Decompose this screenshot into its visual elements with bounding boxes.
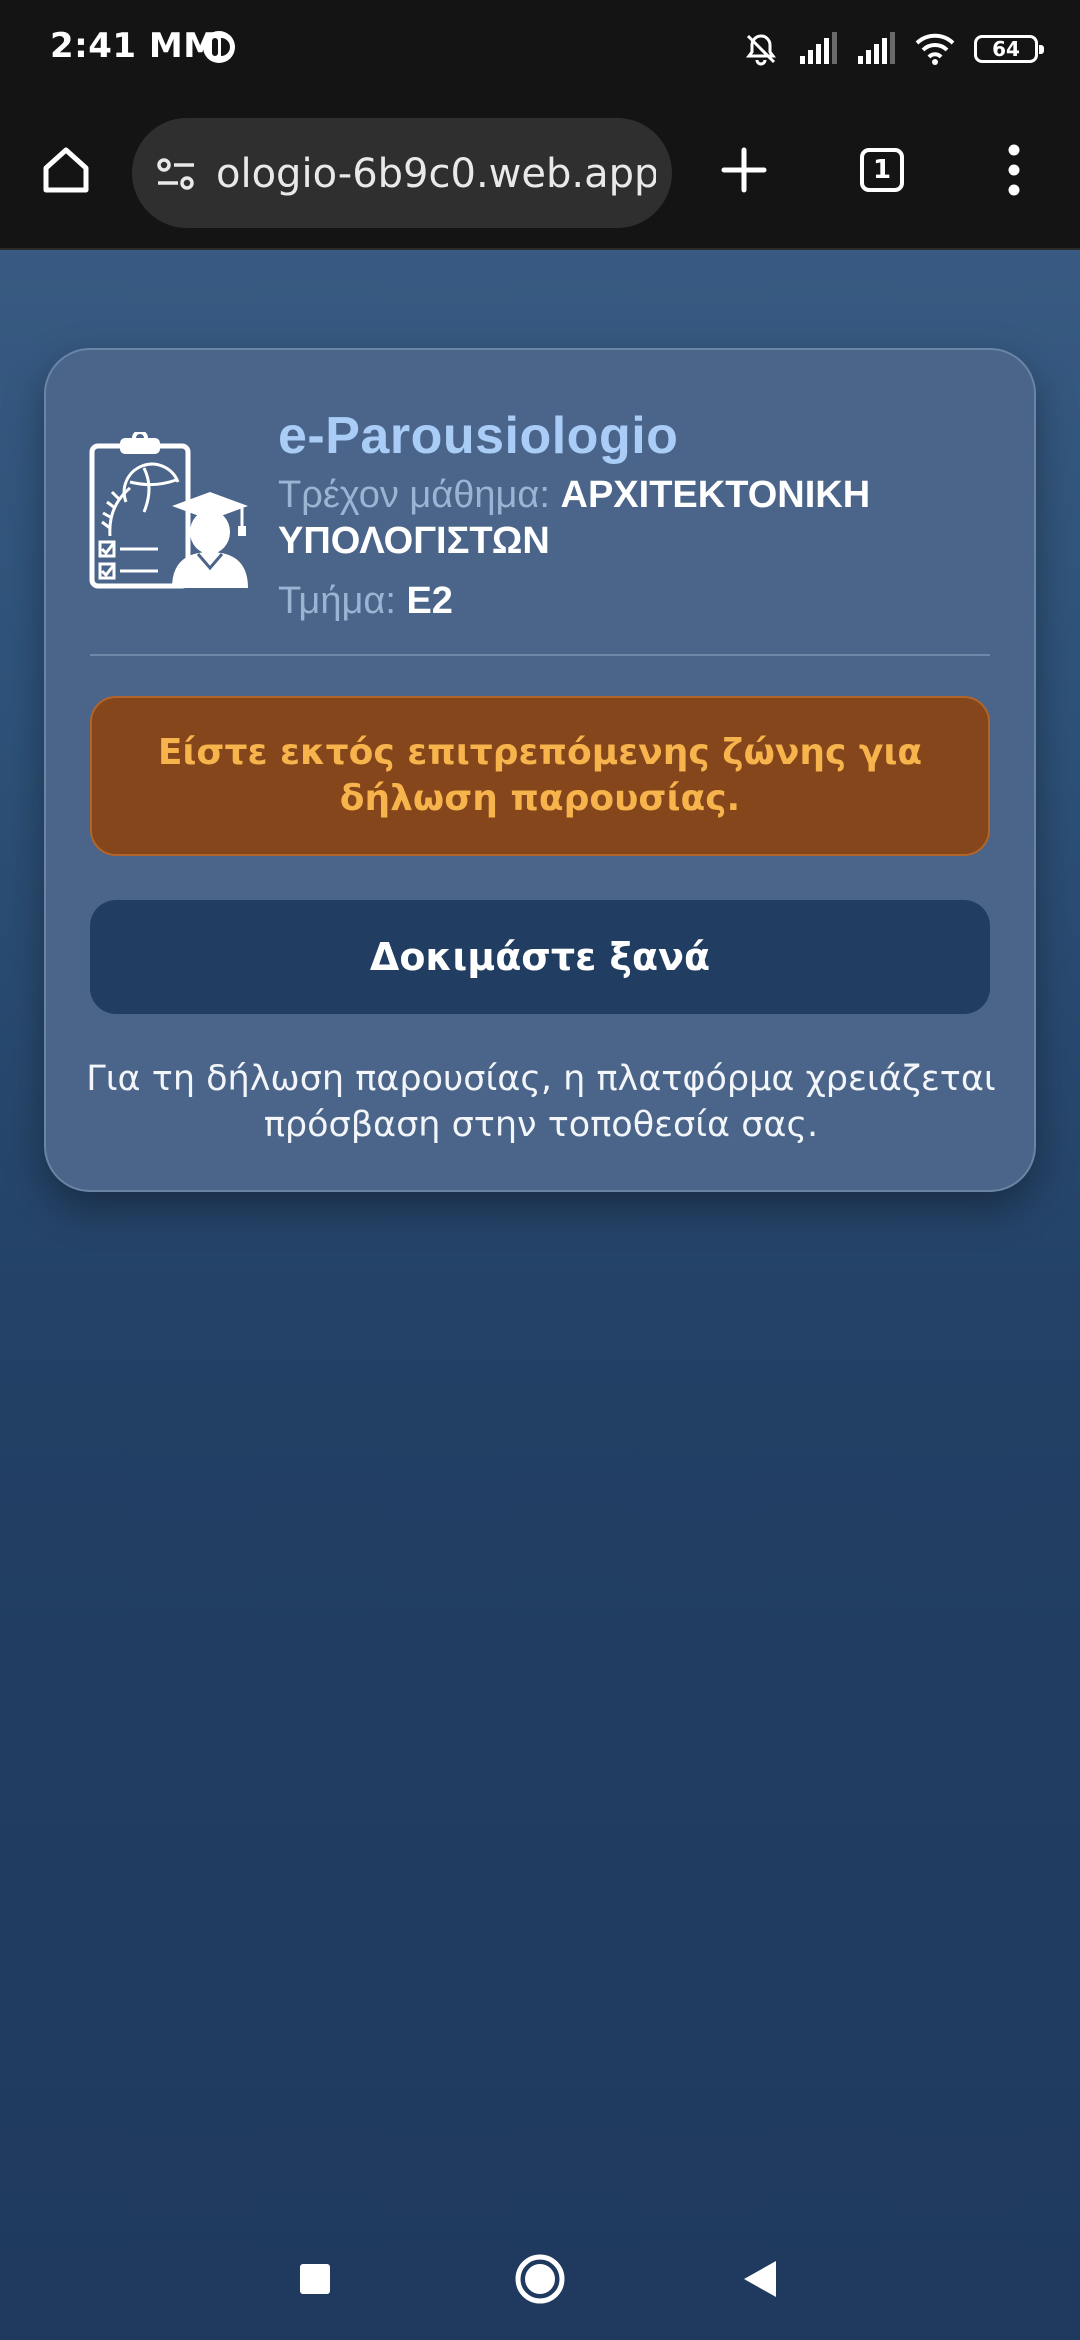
signal-icon <box>800 32 837 64</box>
app-title: e-Parousiologio <box>278 407 679 465</box>
divider <box>90 654 990 656</box>
location-hint: Για τη δήλωση παρουσίας, η πλατφόρμα χρε… <box>86 1059 996 1145</box>
signal-icon <box>858 32 895 64</box>
system-navigation-bar <box>0 2220 1080 2340</box>
section-value: Ε2 <box>406 580 453 622</box>
status-bar: 2:41 MM 64 <box>0 0 1080 96</box>
tab-switcher-icon: 1 <box>860 148 904 192</box>
app-notification-icon <box>203 31 235 63</box>
course-label: Τρέχον μάθημα: <box>278 474 550 516</box>
course-value-line-2: ΥΠΟΛΟΓΙΣΤΩΝ <box>278 520 550 562</box>
attendance-clipboard-graduate-icon <box>89 432 248 589</box>
browser-toolbar: ologio-6b9c0.web.app 1 <box>0 96 1080 250</box>
menu-button[interactable] <box>976 132 1052 208</box>
section-label: Τμήμα: <box>278 580 396 622</box>
home-nav-button[interactable] <box>505 2244 575 2314</box>
out-of-zone-alert: Είστε εκτός επιτρεπόμενης ζώνης για δήλω… <box>90 696 990 856</box>
new-tab-plus-icon <box>721 147 767 193</box>
current-course: Τρέχον μάθημα: ΑΡΧΙΤΕΚΤΟΝΙΚΗ ΥΠΟΛΟΓΙΣΤΩΝ <box>278 472 998 564</box>
retry-button[interactable]: Δοκιμάστε ξανά <box>90 900 990 1014</box>
attendance-card: e-Parousiologio Τρέχον μάθημα: ΑΡΧΙΤΕΚΤΟ… <box>44 348 1036 1192</box>
site-settings-icon[interactable] <box>154 152 198 196</box>
status-time: 2:41 MM <box>50 26 218 66</box>
battery-icon: 64 <box>974 35 1044 63</box>
wifi-icon <box>915 33 955 65</box>
new-tab-button[interactable] <box>706 132 782 208</box>
address-bar[interactable]: ologio-6b9c0.web.app <box>132 118 672 228</box>
recents-button[interactable] <box>280 2244 350 2314</box>
more-vertical-icon <box>1008 144 1020 196</box>
status-icons: 64 <box>742 26 1044 72</box>
back-triangle-icon <box>744 2261 776 2297</box>
home-button[interactable] <box>28 132 104 208</box>
notifications-muted-icon <box>746 34 776 66</box>
course-value: ΑΡΧΙΤΕΚΤΟΝΙΚΗ <box>560 474 871 516</box>
back-button[interactable] <box>725 2244 795 2314</box>
section-info: Τμήμα: Ε2 <box>278 578 998 624</box>
url-text: ologio-6b9c0.web.app <box>216 151 656 197</box>
home-icon <box>43 147 89 193</box>
tab-switcher-button[interactable]: 1 <box>844 132 920 208</box>
home-circle-icon <box>515 2254 565 2304</box>
recents-square-icon <box>300 2264 330 2294</box>
